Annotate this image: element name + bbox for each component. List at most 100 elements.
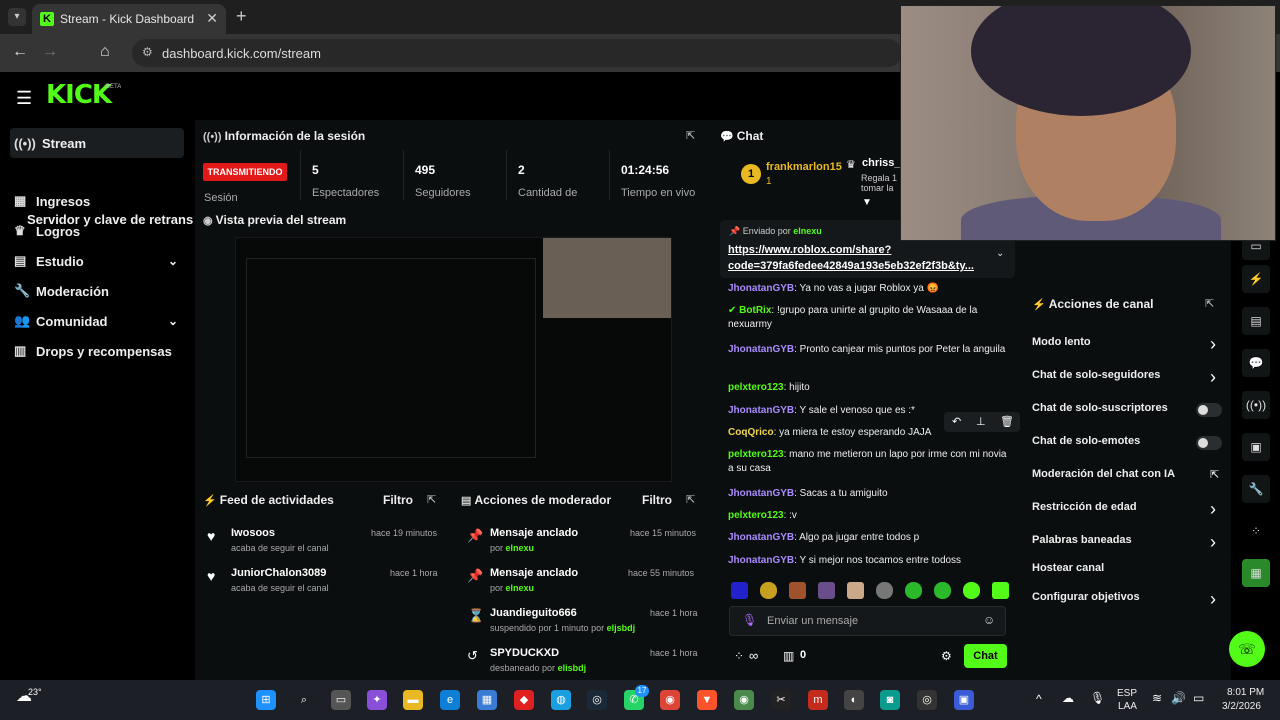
chat-username[interactable]: BotRix [739, 305, 771, 316]
top-gifter-name[interactable]: frankmarlon15 [766, 161, 842, 173]
popout-icon[interactable]: ⇱ [427, 493, 436, 506]
sidebar-item-comunidad[interactable]: 👥 Comunidad ⌄ [10, 306, 184, 336]
obs-icon[interactable]: ◎ [917, 690, 937, 710]
tab-close-icon[interactable]: ✕ [206, 10, 218, 27]
points-icon[interactable]: ⁘ [734, 649, 744, 663]
emote-icon[interactable] [731, 582, 748, 599]
new-tab-icon[interactable]: + [236, 6, 247, 27]
pin-icon[interactable]: ⊥ [976, 415, 986, 428]
activity-filter-button[interactable]: Filtro [383, 493, 413, 507]
battery-icon[interactable]: ▭ [1193, 691, 1204, 705]
chevron-down-icon[interactable]: ⌄ [996, 248, 1004, 259]
wrench-icon[interactable]: 🔧 [1242, 475, 1270, 503]
chat-message[interactable]: JhonatanGYB: Ya no vas a jugar Roblox ya… [728, 282, 1014, 296]
mic-icon[interactable]: 🎙 [1090, 691, 1105, 705]
chat-bubble-icon[interactable]: 💬 [1242, 349, 1270, 377]
broadcast-icon[interactable]: ((•)) [1242, 391, 1270, 419]
delete-icon[interactable]: 🗑 [1000, 415, 1014, 428]
store-icon[interactable]: ▦ [477, 690, 497, 710]
modaction-user[interactable]: elisbdj [558, 663, 587, 673]
popout-icon[interactable]: ⇱ [686, 129, 695, 142]
volume-icon[interactable]: 🔊 [1171, 691, 1186, 705]
chat-message[interactable]: pelxtero123: hijito [728, 381, 1014, 395]
forward-icon[interactable]: → [42, 43, 58, 61]
search-icon[interactable]: ⌕ [294, 690, 314, 710]
steam-icon[interactable]: ◎ [587, 690, 607, 710]
support-button[interactable]: ☏ [1229, 631, 1265, 667]
chevron-right-icon[interactable]: › [1210, 532, 1216, 553]
browser-tab[interactable]: K Stream - Kick Dashboard ✕ [32, 4, 226, 34]
pinned-user[interactable]: elnexu [793, 226, 822, 236]
chat-username[interactable]: CoqQrico [728, 427, 774, 438]
chat-username[interactable]: JhonatanGYB [728, 532, 794, 543]
brave-icon[interactable]: ▼ [697, 690, 717, 710]
app-red-icon[interactable]: ◆ [514, 690, 534, 710]
capcut-icon[interactable]: ✂ [771, 690, 791, 710]
chat-username[interactable]: pelxtero123 [728, 449, 784, 460]
site-info-icon[interactable]: ⚙ [142, 45, 153, 59]
chat-message[interactable]: ✔ BotRix: !grupo para unirte al grupito … [728, 304, 1014, 332]
chat-username[interactable]: JhonatanGYB [728, 344, 794, 355]
mic-icon[interactable]: 🎙 [742, 613, 757, 627]
emote-icon[interactable] [760, 582, 777, 599]
chat-username[interactable]: JhonatanGYB [728, 405, 794, 416]
chat-message[interactable]: pelxtero123: mano me metieron un lapo po… [728, 448, 1014, 476]
sidebar-item-ingresos[interactable]: ▦ Ingresos [10, 186, 184, 216]
url-bar[interactable]: ⚙ dashboard.kick.com/stream [132, 39, 902, 67]
wifi-icon[interactable]: ≋ [1152, 691, 1162, 705]
emote-icon[interactable] [905, 582, 922, 599]
back-icon[interactable]: ← [12, 43, 28, 61]
emote-icon[interactable] [963, 582, 980, 599]
emote-icon[interactable] [934, 582, 951, 599]
app-icon[interactable]: ◐ [844, 690, 864, 710]
channel-action-item[interactable]: Palabras baneadas [1032, 534, 1132, 546]
layout-icon[interactable]: ▣ [1242, 433, 1270, 461]
app-icon[interactable]: m [808, 690, 828, 710]
reply-icon[interactable]: ↶ [952, 415, 961, 428]
emote-icon[interactable] [789, 582, 806, 599]
channel-action-item[interactable]: Chat de solo-suscriptores [1032, 402, 1168, 414]
app-icon[interactable]: ▦ [1242, 559, 1270, 587]
kick-logo[interactable]: KICK [46, 80, 112, 110]
chat-message[interactable]: JhonatanGYB: Y si mejor nos tocamos entr… [728, 554, 1014, 568]
channel-action-item[interactable]: Hostear canal [1032, 562, 1104, 574]
channel-action-item[interactable]: Restricción de edad [1032, 501, 1137, 513]
emote-icon[interactable] [992, 582, 1009, 599]
chevron-right-icon[interactable]: › [1210, 334, 1216, 355]
channel-action-item[interactable]: Moderación del chat con IA [1032, 468, 1175, 480]
chat-message[interactable]: pelxtero123: :v [728, 509, 1014, 523]
popout-icon[interactable]: ⇱ [1205, 297, 1214, 310]
home-icon[interactable]: ⌂ [100, 43, 110, 61]
chat-username[interactable]: JhonatanGYB [728, 283, 794, 294]
chevron-up-icon[interactable]: ^ [1036, 692, 1042, 706]
toggle-switch[interactable] [1196, 436, 1222, 450]
collapse-icon[interactable]: ▼ [862, 197, 872, 208]
channel-action-item[interactable]: Configurar objetivos [1032, 591, 1140, 603]
sidebar-item-drops[interactable]: ▥ Drops y recompensas [10, 336, 184, 366]
chevron-right-icon[interactable]: › [1210, 589, 1216, 610]
copilot-icon[interactable]: ✦ [367, 690, 387, 710]
chat-send-button[interactable]: Chat [964, 644, 1007, 668]
group-icon[interactable]: ⁘ [1242, 517, 1270, 545]
chat-username[interactable]: JhonatanGYB [728, 488, 794, 499]
modactions-filter-button[interactable]: Filtro [642, 493, 672, 507]
chat-username[interactable]: JhonatanGYB [728, 555, 794, 566]
sidebar-item-logros[interactable]: ♛ Logros [10, 216, 184, 246]
channel-action-item[interactable]: Chat de solo-emotes [1032, 435, 1140, 447]
chat-message[interactable]: JhonatanGYB: Sacas a tu amiguito [728, 487, 1014, 501]
sidebar-item-estudio[interactable]: ▤ Estudio ⌄ [10, 246, 184, 276]
emote-icon[interactable] [847, 582, 864, 599]
second-gifter-name[interactable]: chriss_ [862, 157, 901, 169]
chat-message[interactable]: JhonatanGYB: Algo pa jugar entre todos p [728, 531, 1014, 545]
chevron-right-icon[interactable]: › [1210, 499, 1216, 520]
modaction-user[interactable]: elnexu [506, 583, 535, 593]
lightning-icon[interactable]: ⚡ [1242, 265, 1270, 293]
chat-message[interactable]: JhonatanGYB: Pronto canjear mis puntos p… [728, 343, 1014, 357]
sidebar-item-stream[interactable]: ((•)) Stream [10, 128, 184, 158]
browser-icon[interactable]: ◍ [551, 690, 571, 710]
chrome-icon[interactable]: ◉ [660, 690, 680, 710]
windows-start-icon[interactable]: ⊞ [256, 690, 276, 710]
chevron-right-icon[interactable]: › [1210, 367, 1216, 388]
popout-icon[interactable]: ⇱ [686, 493, 695, 506]
chat-username[interactable]: pelxtero123 [728, 510, 784, 521]
